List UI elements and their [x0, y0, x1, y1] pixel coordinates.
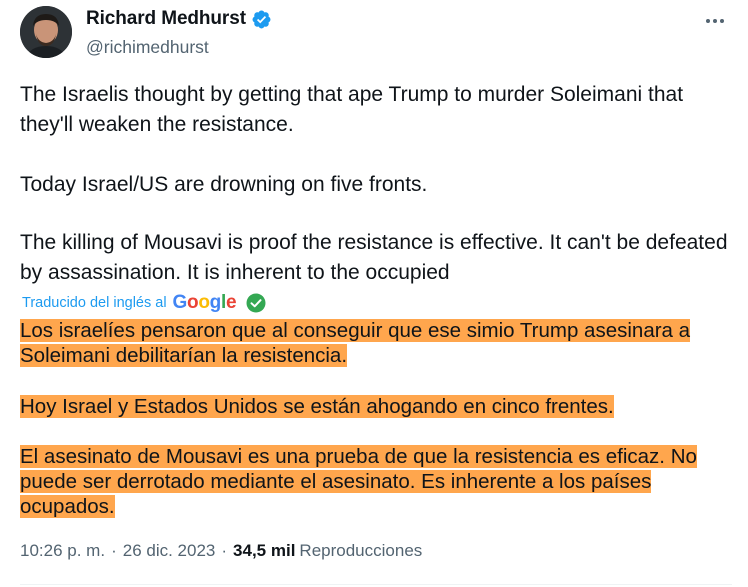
separator-dot: · — [221, 541, 228, 560]
highlighted-text: El asesinato de Mousavi es una prueba de… — [20, 445, 697, 518]
translation-attribution: Traducido del inglés al Google — [22, 292, 266, 314]
translated-paragraph: Los israelíes pensaron que al conseguir … — [20, 318, 732, 368]
author-handle[interactable]: @richimedhurst — [86, 37, 209, 58]
avatar-image — [20, 6, 72, 58]
tweet-metadata: 10:26 p. m. · 26 dic. 2023 · 34,5 mil Re… — [20, 541, 422, 561]
separator-dot: · — [111, 541, 117, 560]
translated-paragraph: Hoy Israel y Estados Unidos se están aho… — [20, 394, 614, 419]
author-name-row: Richard Medhurst — [86, 8, 272, 30]
check-circle-icon — [246, 293, 266, 313]
tweet-time[interactable]: 10:26 p. m. — [20, 541, 105, 561]
translation-label[interactable]: Traducido del inglés al — [22, 295, 167, 311]
more-options-button[interactable] — [702, 8, 728, 34]
tweet-paragraph: The Israelis thought by getting that ape… — [20, 83, 684, 136]
verified-badge-icon[interactable] — [251, 9, 272, 30]
views-label: Reproducciones — [299, 541, 423, 560]
tweet-card: Richard Medhurst @richimedhurst The Isra… — [0, 0, 748, 587]
author-display-name[interactable]: Richard Medhurst — [86, 8, 246, 30]
highlighted-text: Los israelíes pensaron que al conseguir … — [20, 319, 691, 367]
highlighted-text: Hoy Israel y Estados Unidos se están aho… — [20, 395, 614, 418]
google-logo: Google — [172, 292, 237, 313]
views-count[interactable]: 34,5 mil — [233, 541, 295, 561]
more-dots-icon — [706, 19, 724, 23]
tweet-paragraph: The killing of Mousavi is proof the resi… — [20, 231, 728, 284]
avatar[interactable] — [20, 6, 72, 58]
divider — [20, 584, 732, 585]
tweet-paragraph: Today Israel/US are drowning on five fro… — [20, 173, 428, 196]
tweet-date[interactable]: 26 dic. 2023 — [123, 541, 216, 561]
translated-paragraph: El asesinato de Mousavi es una prueba de… — [20, 444, 732, 519]
